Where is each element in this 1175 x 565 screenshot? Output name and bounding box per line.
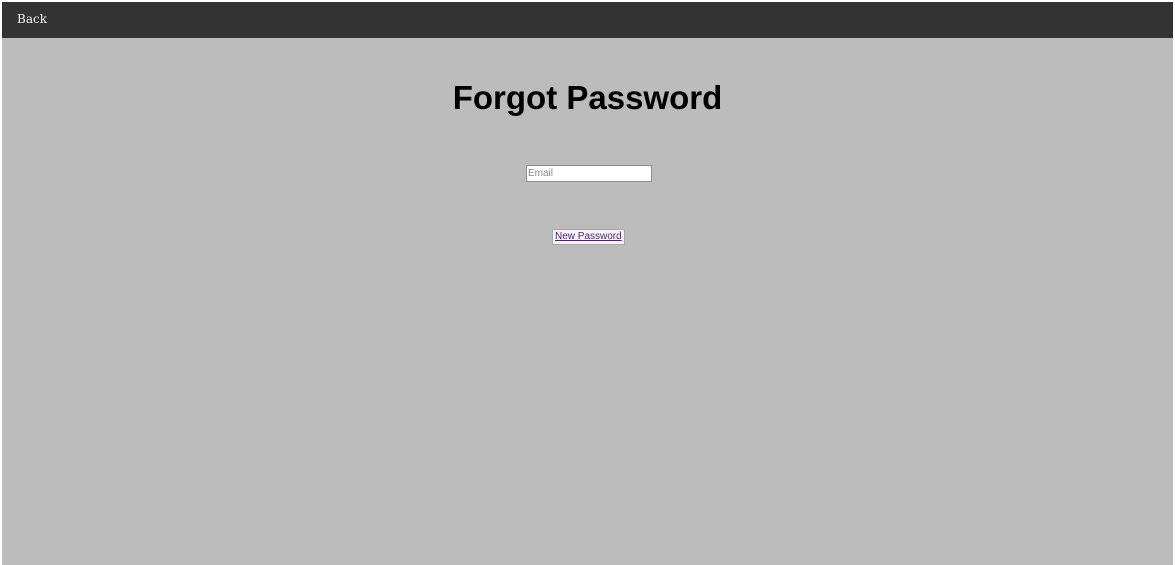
page: Back Forgot Password New Password xyxy=(2,2,1173,565)
new-password-button[interactable]: New Password xyxy=(552,229,625,245)
back-link[interactable]: Back xyxy=(17,12,47,26)
top-nav-bar: Back xyxy=(2,2,1173,38)
page-title: Forgot Password xyxy=(452,79,723,116)
email-field[interactable] xyxy=(526,165,652,182)
